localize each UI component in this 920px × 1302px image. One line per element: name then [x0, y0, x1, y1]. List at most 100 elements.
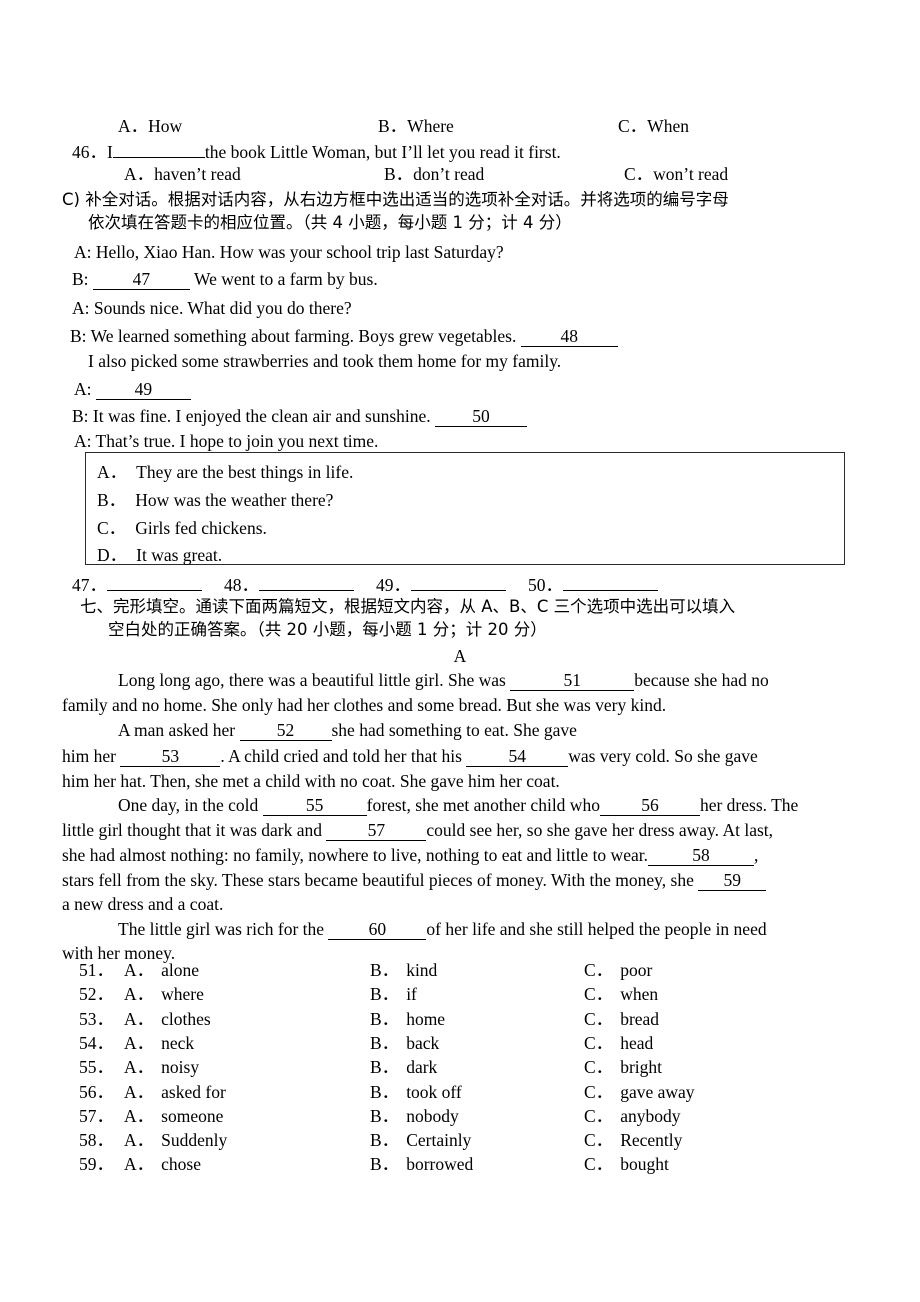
option-b[interactable]: B． dark: [370, 1056, 437, 1079]
dialogue-blank-50[interactable]: 50: [435, 406, 528, 427]
cloze-row-number: 55．: [79, 1057, 114, 1078]
answer-blank-48[interactable]: [259, 570, 354, 591]
option-b-label: B．: [370, 1057, 400, 1078]
option-c-text: head: [620, 1032, 654, 1053]
option-b-text: borrowed: [406, 1154, 474, 1175]
option-c[interactable]: C． Recently: [584, 1129, 682, 1152]
dialogue-line-b2: B: We learned something about farming. B…: [70, 325, 618, 348]
cloze-blank-53[interactable]: 53: [120, 746, 221, 767]
box-option-b-label: B．: [97, 490, 127, 510]
box-option-d[interactable]: D． It was great.: [97, 542, 222, 567]
option-b[interactable]: B． home: [370, 1008, 445, 1031]
option-a[interactable]: A． someone: [124, 1105, 223, 1128]
option-c-text: bright: [620, 1057, 662, 1078]
dialogue-blank-48[interactable]: 48: [520, 326, 618, 347]
cloze-blank-54[interactable]: 54: [466, 746, 569, 767]
question-46-blank[interactable]: [112, 137, 205, 158]
option-a[interactable]: A． alone: [124, 959, 199, 982]
section-seven-instruction-line-2: 空白处的正确答案。（共 20 小题，每小题 1 分；计 20 分）: [108, 618, 547, 641]
box-option-a-text: They are the best things in life.: [136, 462, 354, 482]
option-c-text: bread: [620, 1008, 660, 1029]
box-option-a[interactable]: A． They are the best things in life.: [97, 459, 353, 484]
option-a[interactable]: A． chose: [124, 1153, 201, 1176]
option-b[interactable]: B． nobody: [370, 1105, 459, 1128]
option-b[interactable]: B． back: [370, 1032, 439, 1055]
dialogue-text: A: Hello, Xiao Han. How was your school …: [74, 242, 504, 262]
option-b[interactable]: B． Certainly: [370, 1129, 471, 1152]
option-a[interactable]: A． clothes: [124, 1008, 211, 1031]
option-a-label: A．: [124, 1130, 155, 1151]
option-a-text: clothes: [161, 1008, 211, 1029]
option-a[interactable]: A． where: [124, 983, 204, 1006]
option-c[interactable]: C． bright: [584, 1056, 662, 1079]
passage-text: A man asked her: [118, 720, 236, 740]
answer-label-48: 48．: [224, 575, 259, 595]
option-b-text: back: [406, 1032, 440, 1053]
answer-blank-47[interactable]: [107, 570, 202, 591]
option-a-text: neck: [161, 1032, 195, 1053]
option-b[interactable]: B． took off: [370, 1081, 462, 1104]
box-option-b-text: How was the weather there?: [135, 490, 334, 510]
dialogue-line-b3: B: It was fine. I enjoyed the clean air …: [72, 405, 528, 428]
passage-title-text: A: [453, 646, 467, 666]
option-c-label: C．: [584, 1057, 614, 1078]
cloze-blank-51[interactable]: 51: [510, 670, 635, 691]
option-c[interactable]: C． poor: [584, 959, 652, 982]
option-c[interactable]: C． bread: [584, 1008, 659, 1031]
cloze-blank-52[interactable]: 52: [239, 720, 332, 741]
option-a-text: where: [161, 984, 204, 1005]
dialogue-line-a1: A: Hello, Xiao Han. How was your school …: [74, 241, 504, 264]
option-a[interactable]: A． asked for: [124, 1081, 226, 1104]
passage-text: stars fell from the sky. These stars bec…: [62, 870, 694, 890]
option-b-label: B．: [370, 1008, 400, 1029]
option-a[interactable]: A． noisy: [124, 1056, 199, 1079]
question-46-number: 46．: [72, 142, 107, 162]
cloze-blank-58[interactable]: 58: [647, 845, 754, 866]
option-a-label: A．: [124, 1032, 155, 1053]
passage-text: forest, she met another child who: [366, 795, 600, 815]
option-c[interactable]: C． gave away: [584, 1081, 695, 1104]
dialogue-line-a2: A: Sounds nice. What did you do there?: [72, 297, 352, 320]
option-c-label: C．: [584, 960, 614, 980]
option-b[interactable]: B． borrowed: [370, 1153, 473, 1176]
answer-blanks-row: 47． 48． 49． 50．: [72, 570, 658, 597]
option-a[interactable]: A． Suddenly: [124, 1129, 227, 1152]
dialogue-blank-47[interactable]: 47: [92, 269, 190, 290]
cloze-blank-56[interactable]: 56: [599, 795, 700, 816]
answer-blank-49[interactable]: [411, 570, 506, 591]
option-c[interactable]: C． head: [584, 1032, 653, 1055]
option-b[interactable]: B． kind: [370, 959, 437, 982]
option-c[interactable]: C． anybody: [584, 1105, 680, 1128]
option-c[interactable]: C． bought: [584, 1153, 669, 1176]
option-a-label: A．: [124, 1154, 155, 1175]
answer-label-47: 47．: [72, 575, 107, 595]
box-option-b[interactable]: B． How was the weather there?: [97, 487, 333, 512]
dialogue-text: We went to a farm by bus.: [193, 269, 378, 289]
cloze-blank-59[interactable]: 59: [698, 870, 767, 891]
cloze-row-number: 52．: [79, 984, 114, 1005]
option-a-label: A．: [124, 1081, 155, 1102]
dialogue-option-box: A． They are the best things in life. B． Ho…: [85, 452, 845, 565]
passage-text: a new dress and a coat.: [62, 894, 224, 914]
section-c-instruction-line-2: 依次填在答题卡的相应位置。（共 4 小题，每小题 1 分；计 4 分）: [88, 211, 572, 234]
section-c-text-1: 补全对话。根据对话内容，从右边方框中选出适当的选项补全对话。并将选项的编号字母: [85, 190, 729, 209]
dialogue-blank-49[interactable]: 49: [95, 379, 191, 400]
option-c[interactable]: C． when: [584, 983, 658, 1006]
option-a-label: A．: [124, 984, 155, 1005]
option-a-text: chose: [161, 1154, 201, 1175]
cloze-row-number: 56．: [79, 1081, 114, 1102]
box-option-c[interactable]: C． Girls fed chickens.: [97, 515, 267, 540]
cloze-blank-60[interactable]: 60: [328, 919, 427, 940]
answer-blank-50[interactable]: [563, 570, 658, 591]
box-option-c-label: C．: [97, 518, 127, 538]
option-b-text: dark: [406, 1057, 438, 1078]
cloze-blank-57[interactable]: 57: [326, 820, 427, 841]
option-c-text: poor: [620, 960, 653, 980]
option-a-text: alone: [161, 960, 200, 980]
cloze-blank-55[interactable]: 55: [262, 795, 367, 816]
option-a[interactable]: A． neck: [124, 1032, 194, 1055]
option-c-label: C．: [584, 1081, 614, 1102]
cloze-row-number: 57．: [79, 1105, 114, 1126]
option-c-text: gave away: [620, 1081, 695, 1102]
option-b[interactable]: B． if: [370, 983, 417, 1006]
